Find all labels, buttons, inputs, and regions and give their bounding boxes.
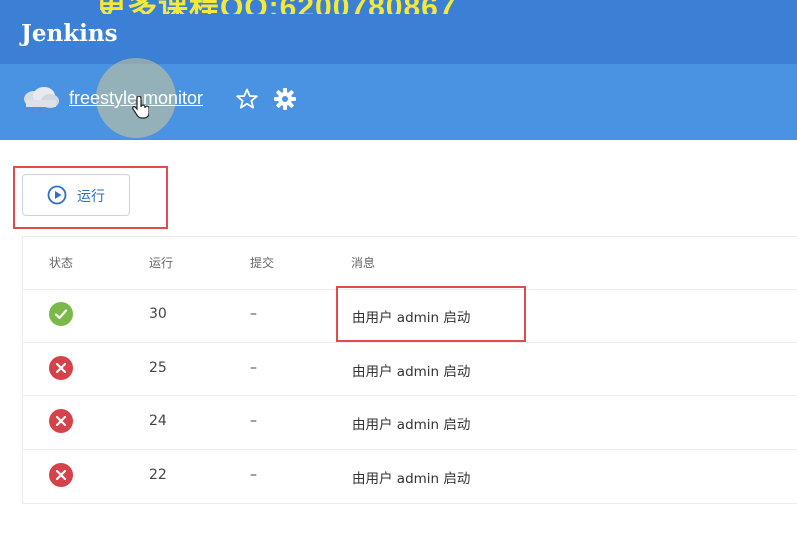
rain-cloud-icon xyxy=(24,87,59,114)
column-header-commit: 提交 xyxy=(250,256,275,270)
hand-cursor-icon xyxy=(132,96,149,119)
row-divider xyxy=(22,395,797,396)
build-number-link[interactable]: 25 xyxy=(149,360,167,376)
commit-cell: – xyxy=(250,360,257,376)
build-message: 由用户 admin 启动 xyxy=(352,471,471,487)
build-number-link[interactable]: 30 xyxy=(149,306,167,322)
watermark-overlay: 更多课程QQ:6200780867 xyxy=(96,0,606,14)
star-icon[interactable] xyxy=(235,87,259,111)
build-message: 由用户 admin 启动 xyxy=(352,417,471,433)
x-circle-icon[interactable] xyxy=(49,356,73,380)
highlight-message-cell xyxy=(336,286,526,342)
x-circle-icon[interactable] xyxy=(49,463,73,487)
highlight-run-button xyxy=(13,166,168,229)
commit-cell: – xyxy=(250,413,257,429)
check-circle-icon[interactable] xyxy=(49,302,73,326)
row-divider xyxy=(22,342,797,343)
column-header-message: 消息 xyxy=(351,256,376,270)
x-circle-icon[interactable] xyxy=(49,409,73,433)
column-header-status: 状态 xyxy=(49,256,74,270)
jenkins-logo-text[interactable]: Jenkins xyxy=(21,20,118,47)
commit-cell: – xyxy=(250,467,257,483)
build-number-link[interactable]: 24 xyxy=(149,413,167,429)
commit-cell: – xyxy=(250,306,257,322)
build-number-link[interactable]: 22 xyxy=(149,467,167,483)
gear-icon[interactable] xyxy=(273,87,297,111)
column-header-run: 运行 xyxy=(149,256,174,270)
row-divider xyxy=(22,449,797,450)
build-message: 由用户 admin 启动 xyxy=(352,364,471,380)
